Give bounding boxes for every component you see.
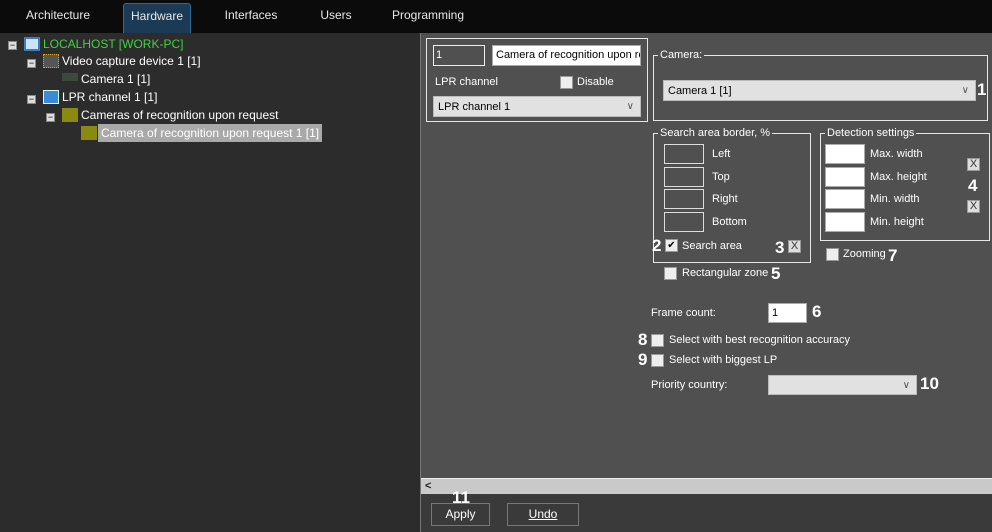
tab-users[interactable]: Users: [310, 3, 362, 33]
clear-min-size-button[interactable]: X: [967, 200, 980, 213]
zooming-label: Zooming: [843, 248, 886, 260]
object-header-group: 1 Camera of recognition upon re LPR chan…: [426, 38, 648, 122]
camera-group-title: Camera:: [658, 48, 705, 62]
chevron-down-icon: ∨: [902, 380, 910, 391]
top-label: Top: [712, 171, 730, 183]
callout-9: 9: [638, 350, 648, 369]
callout-4: 4: [968, 176, 978, 195]
right-label: Right: [712, 193, 738, 205]
callout-7: 7: [888, 246, 898, 265]
right-input[interactable]: [664, 189, 704, 209]
biggest-lp-label: Select with biggest LP: [669, 354, 778, 366]
min-width-input[interactable]: [825, 189, 865, 209]
scroll-left-icon[interactable]: <: [425, 479, 431, 494]
disable-label: Disable: [577, 76, 614, 88]
best-accuracy-checkbox[interactable]: [651, 334, 664, 347]
hardware-tree: − LOCALHOST [WORK-PC] − Video capture de…: [0, 33, 421, 532]
camera-group: Camera: Camera 1 [1] ∨: [653, 48, 988, 121]
priority-country-select[interactable]: ∨: [768, 375, 917, 395]
detection-settings-title: Detection settings: [825, 126, 917, 140]
biggest-lp-checkbox[interactable]: [651, 354, 664, 367]
rectangular-zone-label: Rectangular zone: [682, 267, 769, 279]
camera-select[interactable]: Camera 1 [1] ∨: [663, 80, 976, 101]
undo-button[interactable]: Undo: [507, 503, 579, 526]
tree-item-cameras-group[interactable]: Cameras of recognition upon request: [81, 106, 278, 124]
tree-item-camera[interactable]: Camera 1 [1]: [81, 70, 150, 88]
bottom-input[interactable]: [664, 212, 704, 232]
collapse-icon[interactable]: −: [27, 95, 36, 104]
tree-item-video-device[interactable]: Video capture device 1 [1]: [62, 52, 201, 70]
callout-5: 5: [771, 264, 781, 283]
rectangular-zone-checkbox[interactable]: [664, 267, 677, 280]
callout-2: 2: [652, 236, 662, 255]
max-height-label: Max. height: [870, 171, 927, 183]
chevron-down-icon: ∨: [626, 101, 634, 112]
bottom-label: Bottom: [712, 216, 747, 228]
collapse-icon[interactable]: −: [27, 59, 36, 68]
disable-checkbox[interactable]: [560, 76, 573, 89]
callout-6: 6: [812, 302, 822, 321]
callout-1: 1: [977, 80, 987, 99]
tab-architecture[interactable]: Architecture: [18, 3, 98, 33]
callout-8: 8: [638, 330, 648, 349]
chevron-down-icon: ∨: [961, 85, 969, 96]
name-input[interactable]: Camera of recognition upon re: [492, 45, 641, 66]
tree-item-selected-camera[interactable]: Camera of recognition upon request 1 [1]: [98, 124, 323, 142]
search-area-label: Search area: [682, 240, 742, 252]
left-input[interactable]: [664, 144, 704, 164]
max-width-input[interactable]: [825, 144, 865, 164]
camera-select-value: Camera 1 [1]: [668, 85, 732, 97]
tab-programming[interactable]: Programming: [388, 3, 468, 33]
best-accuracy-label: Select with best recognition accuracy: [669, 334, 850, 346]
frame-count-input[interactable]: 1: [768, 303, 807, 323]
lpr-channel-icon: [43, 90, 59, 104]
priority-country-label: Priority country:: [651, 379, 728, 391]
top-input[interactable]: [664, 167, 704, 187]
callout-3: 3: [775, 238, 785, 257]
collapse-icon[interactable]: −: [8, 41, 17, 50]
tab-bar: Architecture Hardware Interfaces Users P…: [0, 0, 992, 33]
max-height-input[interactable]: [825, 167, 865, 187]
callout-11: 11: [452, 488, 470, 507]
recognition-camera-icon: [81, 126, 97, 140]
tree-item-localhost[interactable]: LOCALHOST [WORK-PC]: [43, 35, 183, 53]
search-area-group: Search area border, % Left Top Right Bot…: [653, 126, 811, 263]
tab-hardware[interactable]: Hardware: [123, 3, 191, 33]
clear-search-area-button[interactable]: X: [788, 240, 801, 253]
recognition-group-icon: [62, 108, 78, 122]
min-height-label: Min. height: [870, 216, 924, 228]
video-device-icon: [43, 54, 59, 68]
parent-select-value: LPR channel 1: [438, 101, 511, 113]
search-area-checkbox[interactable]: ✔: [665, 239, 678, 252]
id-input[interactable]: 1: [433, 45, 485, 66]
detection-settings-group: Detection settings Max. width Max. heigh…: [820, 126, 990, 241]
callout-10: 10: [920, 374, 939, 393]
left-label: Left: [712, 148, 731, 160]
frame-count-label: Frame count:: [651, 307, 716, 319]
computer-icon: [24, 37, 40, 51]
parent-select[interactable]: LPR channel 1 ∨: [433, 96, 641, 117]
min-width-label: Min. width: [870, 193, 920, 205]
zooming-checkbox[interactable]: [826, 248, 839, 261]
collapse-icon[interactable]: −: [46, 113, 55, 122]
search-area-title: Search area border, %: [658, 126, 773, 140]
horizontal-scrollbar[interactable]: <: [421, 478, 992, 494]
max-width-label: Max. width: [870, 148, 923, 160]
tree-item-lpr-channel[interactable]: LPR channel 1 [1]: [62, 88, 157, 106]
clear-max-size-button[interactable]: X: [967, 158, 980, 171]
parent-label: LPR channel: [435, 76, 498, 88]
tab-interfaces[interactable]: Interfaces: [215, 3, 287, 33]
camera-icon: [62, 73, 78, 81]
min-height-input[interactable]: [825, 212, 865, 232]
